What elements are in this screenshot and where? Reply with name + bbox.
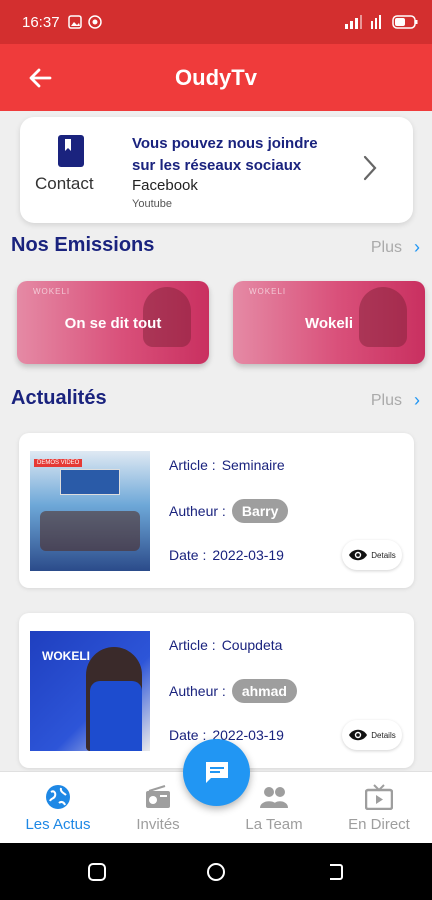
author-key: Autheur : <box>169 683 226 699</box>
actualites-more-button[interactable]: Plus › <box>371 390 420 411</box>
emission-label: Wokeli <box>304 315 354 332</box>
facebook-link[interactable]: Facebook <box>132 177 198 194</box>
gallery-icon <box>67 15 82 29</box>
emission-label: On se dit tout <box>64 315 162 332</box>
article-value: Coupdeta <box>221 637 283 653</box>
live-tv-icon <box>365 784 393 810</box>
nav-item-les-actus[interactable]: Les Actus <box>4 784 112 833</box>
app-bar: OudyTv <box>0 44 432 111</box>
app-title: OudyTv <box>175 64 257 90</box>
chat-icon <box>205 761 228 783</box>
date-row: Date : 2022-03-19 <box>169 547 284 563</box>
youtube-link[interactable]: Youtube <box>132 198 172 210</box>
article-thumbnail: DEMOS VIDEO <box>30 451 150 571</box>
record-icon <box>87 15 102 29</box>
emission-deco: WOKELI <box>249 287 287 296</box>
nav-label: Invités <box>136 816 180 833</box>
chevron-right-icon: › <box>414 237 420 257</box>
back-icon[interactable] <box>324 861 346 883</box>
eye-icon <box>349 729 368 741</box>
emissions-more-button[interactable]: Plus › <box>371 237 420 258</box>
author-row: Autheur : Barry <box>169 499 289 523</box>
emission-deco: WOKELI <box>33 287 71 296</box>
article-row: Article : Coupdeta <box>169 637 282 653</box>
status-time: 16:37 <box>22 13 60 31</box>
contact-label: Contact <box>35 174 94 193</box>
article-thumbnail: WOKELI <box>30 631 150 751</box>
eye-icon <box>349 549 368 561</box>
nav-label: Les Actus <box>25 816 91 833</box>
home-icon[interactable] <box>205 861 227 883</box>
emissions-more-label: Plus <box>370 238 402 256</box>
radio-icon <box>146 785 170 808</box>
studio-guests <box>40 511 140 551</box>
emission-card[interactable]: WOKELI On se dit tout <box>17 281 209 364</box>
author-badge: Barry <box>231 499 289 523</box>
emissions-title: Nos Emissions <box>11 234 155 256</box>
thumbnail-tag: WOKELI <box>42 649 90 663</box>
author-row: Autheur : ahmad <box>169 679 297 703</box>
globe-icon <box>46 785 70 809</box>
details-button[interactable]: Details <box>342 540 402 570</box>
actualites-more-label: Plus <box>370 391 402 409</box>
back-arrow-icon[interactable] <box>26 64 54 92</box>
recent-apps-icon[interactable] <box>86 861 108 883</box>
contact-card[interactable]: Contact Vous pouvez nous joindre sur les… <box>20 117 413 223</box>
wifi-signal-icon <box>371 15 381 29</box>
article-card[interactable]: DEMOS VIDEO Article : Seminaire Autheur … <box>19 433 414 588</box>
article-key: Article : <box>169 637 216 653</box>
article-row: Article : Seminaire <box>169 457 285 473</box>
actualites-title: Actualités <box>11 387 107 409</box>
status-bar: 16:37 <box>0 0 432 44</box>
host-dress <box>90 681 142 751</box>
author-badge: ahmad <box>231 679 297 703</box>
contact-message: Vous pouvez nous joindre sur les réseaux… <box>132 135 318 174</box>
details-button[interactable]: Details <box>342 720 402 750</box>
system-nav-bar <box>0 843 432 900</box>
date-key: Date : <box>169 547 207 563</box>
chevron-right-icon <box>363 155 377 181</box>
emission-card[interactable]: WOKELI Wokeli <box>233 281 425 364</box>
date-value: 2022-03-19 <box>212 547 284 563</box>
date-key: Date : <box>169 727 207 743</box>
nav-item-en-direct[interactable]: En Direct <box>325 784 432 833</box>
chat-fab-button[interactable] <box>183 739 250 806</box>
tv-screen <box>60 469 120 495</box>
details-label: Details <box>371 550 396 560</box>
signal-icon <box>345 15 362 29</box>
author-key: Autheur : <box>169 503 226 519</box>
details-label: Details <box>371 730 396 740</box>
nav-label: En Direct <box>348 816 410 833</box>
article-key: Article : <box>169 457 216 473</box>
nav-label: La Team <box>245 816 303 833</box>
thumbnail-tag: DEMOS VIDEO <box>34 459 83 467</box>
battery-icon <box>392 15 418 29</box>
book-icon <box>58 135 84 167</box>
people-icon <box>260 787 288 808</box>
article-value: Seminaire <box>221 457 285 473</box>
chevron-right-icon: › <box>414 390 420 410</box>
